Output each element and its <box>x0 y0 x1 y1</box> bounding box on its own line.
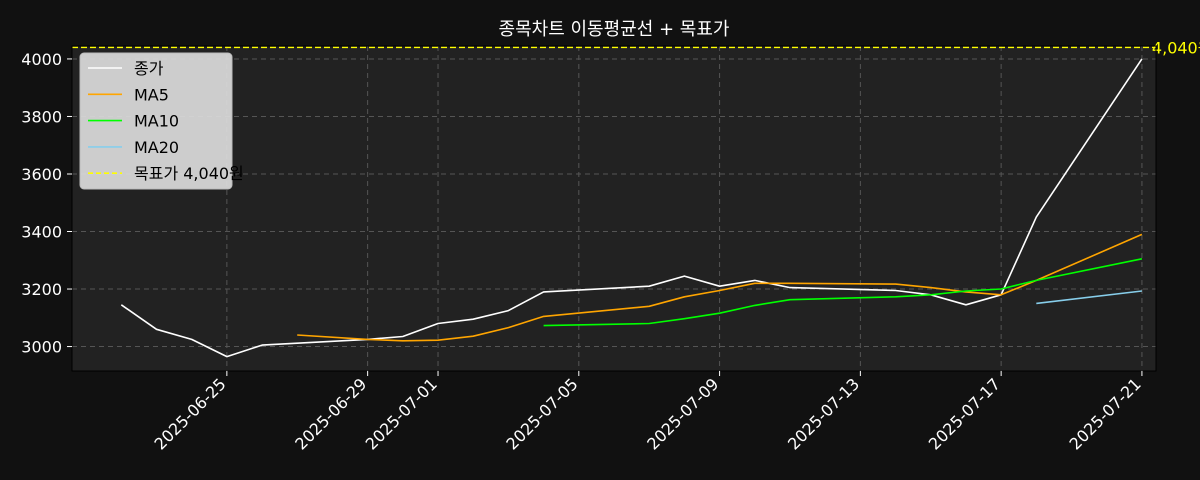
y-tick-label-2: 3400 <box>21 223 62 242</box>
y-tick-label-4: 3800 <box>21 107 62 126</box>
legend-label-3: MA20 <box>134 138 179 157</box>
legend-label-0: 종가 <box>134 59 164 78</box>
legend-label-4: 목표가 4,040원 <box>134 164 244 183</box>
chart-title: 종목차트 이동평균선 + 목표가 <box>499 19 730 40</box>
y-tick-label-0: 3000 <box>21 338 62 357</box>
legend: 종가 MA5 MA10 MA20 목표가 4,040원 <box>79 52 244 190</box>
y-tick-label-1: 3200 <box>21 280 62 299</box>
y-tick-label-5: 4000 <box>21 50 62 69</box>
plot-area <box>72 46 1156 371</box>
chart: 종목차트 이동평균선 + 목표가 4,040원 3000 3200 3400 3600… <box>0 0 1200 480</box>
y-tick-label-3: 3600 <box>21 165 62 184</box>
legend-label-2: MA10 <box>134 112 179 131</box>
legend-label-1: MA5 <box>134 85 169 104</box>
target-price-annotation: 4,040원 <box>1152 38 1200 57</box>
